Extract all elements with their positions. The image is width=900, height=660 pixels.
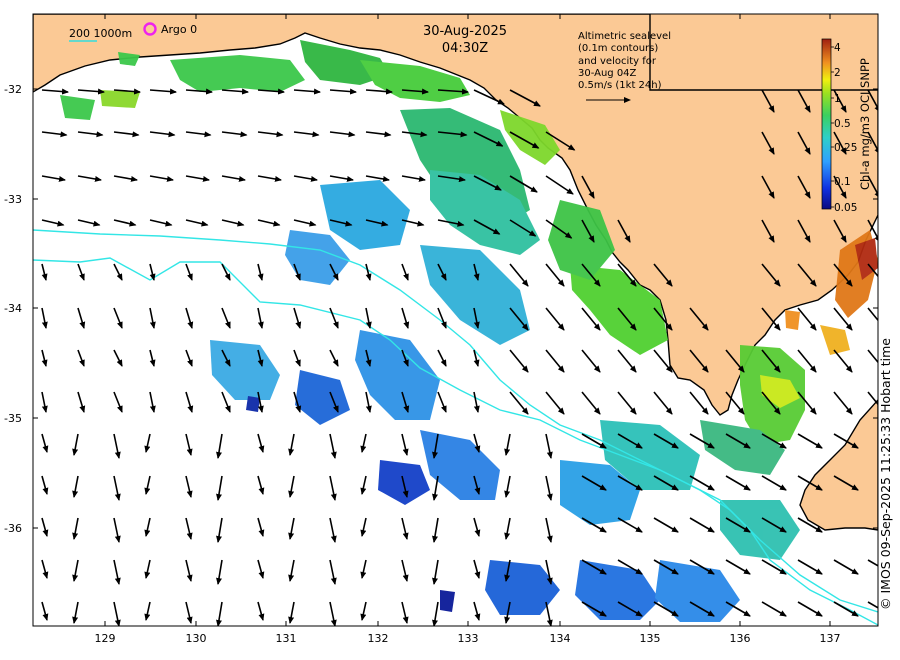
note-line: Altimetric sealevel	[578, 31, 671, 42]
scale-bar-label: 200 1000m	[69, 27, 133, 40]
colorbar-tick-label: 1	[834, 93, 841, 105]
colorbar-tick-label: 0.1	[834, 176, 851, 188]
lat-tick-label: -34	[4, 302, 22, 315]
lat-tick-label: -36	[4, 522, 22, 535]
lon-tick-label: 133	[458, 632, 479, 645]
lon-tick-label: 132	[368, 632, 389, 645]
lon-tick-label: 135	[640, 632, 661, 645]
colorbar-tick-label: 0.25	[834, 142, 857, 154]
lat-tick-label: -35	[4, 412, 22, 425]
argo-label: Argo 0	[161, 23, 198, 36]
map-time: 04:30Z	[441, 41, 489, 56]
lon-tick-label: 134	[550, 632, 571, 645]
colorbar-tick-label: 4	[834, 42, 841, 54]
colorbar-tick-label: 0.05	[834, 202, 857, 214]
lat-tick-label: -33	[4, 193, 22, 206]
colorbar-tick-label: 0.5	[834, 118, 851, 130]
lon-tick-label: 131	[276, 632, 297, 645]
colorbar-tick-label: 2	[834, 67, 841, 79]
colorbar	[821, 38, 832, 210]
map-date: 30-Aug-2025	[422, 24, 508, 39]
lon-tick-label: 137	[820, 632, 841, 645]
velocity-note: Altimetric sealevel (0.1m contours) and …	[578, 31, 671, 92]
chlorophyll-map: -32 -33 -34 -35 -36 129 130 131 132 133 134 135 136…	[4, 13, 879, 645]
note-line: and velocity for	[578, 55, 657, 67]
lon-tick-label: 136	[730, 632, 751, 645]
note-line: 30-Aug 04Z	[578, 67, 637, 79]
note-line: (0.1m contours)	[578, 43, 659, 55]
lat-tick-label: -32	[4, 83, 22, 96]
note-line: 0.5m/s (1kt 24h)	[578, 80, 662, 92]
copyright-credit: © IMOS 09-Sep-2025 11:25:33 Hobart time	[878, 338, 893, 610]
lon-tick-label: 129	[95, 632, 116, 645]
lon-tick-label: 130	[186, 632, 207, 645]
colorbar-label: Chl-a mg/m3 OCI SNPP	[858, 58, 872, 190]
